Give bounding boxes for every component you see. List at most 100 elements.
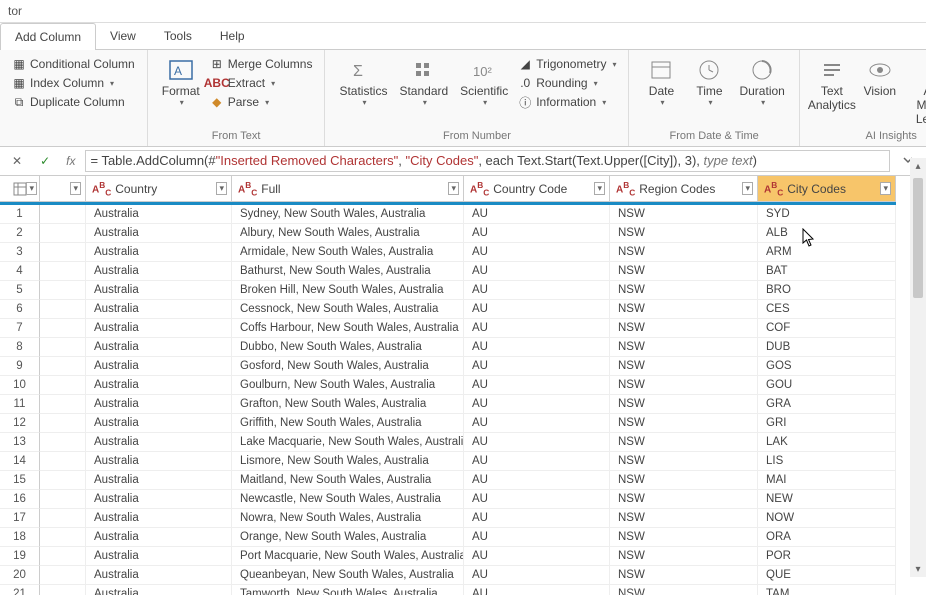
row-number[interactable]: 9	[0, 357, 40, 376]
cell[interactable]: Australia	[86, 224, 232, 243]
row-number[interactable]: 13	[0, 433, 40, 452]
cell[interactable]: Lismore, New South Wales, Australia	[232, 452, 464, 471]
row-number[interactable]: 3	[0, 243, 40, 262]
cell[interactable]: Coffs Harbour, New South Wales, Australi…	[232, 319, 464, 338]
column-header-full[interactable]: ABCFull▾	[232, 176, 464, 202]
row-header-dropdown[interactable]: ▾	[26, 182, 37, 195]
tab-view[interactable]: View	[96, 23, 150, 49]
duration-button[interactable]: Duration▾	[733, 54, 790, 109]
information-button[interactable]: ⓘInformation▾	[516, 94, 618, 110]
cell[interactable]: Newcastle, New South Wales, Australia	[232, 490, 464, 509]
cell[interactable]: AU	[464, 262, 610, 281]
row-number[interactable]: 6	[0, 300, 40, 319]
index-column-button[interactable]: ▦Index Column▾	[10, 75, 137, 91]
cell[interactable]: Albury, New South Wales, Australia	[232, 224, 464, 243]
cell[interactable]: NSW	[610, 566, 758, 585]
text-analytics-button[interactable]: Text Analytics	[808, 54, 856, 114]
column-dropdown[interactable]: ▾	[880, 182, 891, 195]
rounding-button[interactable]: .0Rounding▾	[516, 75, 618, 91]
row-number[interactable]: 2	[0, 224, 40, 243]
cell[interactable]: Cessnock, New South Wales, Australia	[232, 300, 464, 319]
cell[interactable]: GRA	[758, 395, 896, 414]
cell[interactable]: BRO	[758, 281, 896, 300]
cancel-formula-button[interactable]: ✕	[6, 152, 28, 170]
row-number[interactable]: 7	[0, 319, 40, 338]
cell[interactable]: NSW	[610, 338, 758, 357]
cell[interactable]: AU	[464, 224, 610, 243]
time-button[interactable]: Time▾	[685, 54, 733, 109]
cell[interactable]: Tamworth, New South Wales, Australia	[232, 585, 464, 595]
cell[interactable]: NSW	[610, 414, 758, 433]
cell[interactable]: Australia	[86, 585, 232, 595]
merge-columns-button[interactable]: ⊞Merge Columns	[208, 56, 315, 72]
cell[interactable]: NSW	[610, 528, 758, 547]
cell[interactable]: Grafton, New South Wales, Australia	[232, 395, 464, 414]
cell[interactable]: Australia	[86, 262, 232, 281]
column-dropdown[interactable]: ▾	[594, 182, 605, 195]
cell[interactable]: AU	[464, 357, 610, 376]
cell[interactable]: MAI	[758, 471, 896, 490]
row-header-spacer[interactable]: ▾	[40, 176, 86, 202]
row-number[interactable]: 17	[0, 509, 40, 528]
trigonometry-button[interactable]: ◢Trigonometry▾	[516, 56, 618, 72]
row-number[interactable]: 19	[0, 547, 40, 566]
cell[interactable]: NSW	[610, 471, 758, 490]
cell[interactable]: AU	[464, 243, 610, 262]
cell[interactable]: Australia	[86, 414, 232, 433]
date-button[interactable]: Date▾	[637, 54, 685, 109]
cell[interactable]: Australia	[86, 490, 232, 509]
cell[interactable]: AU	[464, 395, 610, 414]
conditional-column-button[interactable]: ▦Conditional Column	[10, 56, 137, 72]
cell[interactable]: GRI	[758, 414, 896, 433]
cell[interactable]: AU	[464, 547, 610, 566]
row-number[interactable]: 12	[0, 414, 40, 433]
cell[interactable]: NSW	[610, 281, 758, 300]
cell[interactable]: Goulburn, New South Wales, Australia	[232, 376, 464, 395]
cell[interactable]: ALB	[758, 224, 896, 243]
cell[interactable]: CES	[758, 300, 896, 319]
scroll-up-button[interactable]: ▴	[910, 158, 926, 174]
cell[interactable]: Australia	[86, 243, 232, 262]
cell[interactable]: Maitland, New South Wales, Australia	[232, 471, 464, 490]
cell[interactable]: Australia	[86, 509, 232, 528]
cell[interactable]: Orange, New South Wales, Australia	[232, 528, 464, 547]
cell[interactable]: ORA	[758, 528, 896, 547]
cell[interactable]: Sydney, New South Wales, Australia	[232, 205, 464, 224]
row-number[interactable]: 8	[0, 338, 40, 357]
row-number[interactable]: 15	[0, 471, 40, 490]
column-header-country-code[interactable]: ABCCountry Code▾	[464, 176, 610, 202]
cell[interactable]: Griffith, New South Wales, Australia	[232, 414, 464, 433]
cell[interactable]: Australia	[86, 357, 232, 376]
cell[interactable]: Australia	[86, 281, 232, 300]
cell[interactable]: Australia	[86, 452, 232, 471]
cell[interactable]: Port Macquarie, New South Wales, Austral…	[232, 547, 464, 566]
cell[interactable]: AU	[464, 205, 610, 224]
cell[interactable]: Australia	[86, 566, 232, 585]
column-header-region-codes[interactable]: ABCRegion Codes▾	[610, 176, 758, 202]
cell[interactable]: Armidale, New South Wales, Australia	[232, 243, 464, 262]
format-button[interactable]: A Format▾	[156, 54, 206, 109]
cell[interactable]: AU	[464, 509, 610, 528]
duplicate-column-button[interactable]: ⧉Duplicate Column	[10, 94, 137, 110]
cell[interactable]: NSW	[610, 395, 758, 414]
row-number[interactable]: 16	[0, 490, 40, 509]
cell[interactable]: LAK	[758, 433, 896, 452]
column-dropdown[interactable]: ▾	[742, 182, 753, 195]
cell[interactable]: AU	[464, 300, 610, 319]
scroll-down-button[interactable]: ▾	[910, 561, 926, 577]
cell[interactable]: NSW	[610, 205, 758, 224]
cell[interactable]: Bathurst, New South Wales, Australia	[232, 262, 464, 281]
formula-input[interactable]: = Table.AddColumn(#"Inserted Removed Cha…	[85, 150, 890, 172]
cell[interactable]: ARM	[758, 243, 896, 262]
cell[interactable]: Gosford, New South Wales, Australia	[232, 357, 464, 376]
cell[interactable]: Lake Macquarie, New South Wales, Austral…	[232, 433, 464, 452]
cell[interactable]: DUB	[758, 338, 896, 357]
cell[interactable]: Australia	[86, 471, 232, 490]
cell[interactable]: COF	[758, 319, 896, 338]
tab-add-column[interactable]: Add Column	[0, 23, 96, 50]
cell[interactable]: NSW	[610, 376, 758, 395]
cell[interactable]: AU	[464, 414, 610, 433]
cell[interactable]: AU	[464, 585, 610, 595]
cell[interactable]: LIS	[758, 452, 896, 471]
cell[interactable]: NSW	[610, 319, 758, 338]
